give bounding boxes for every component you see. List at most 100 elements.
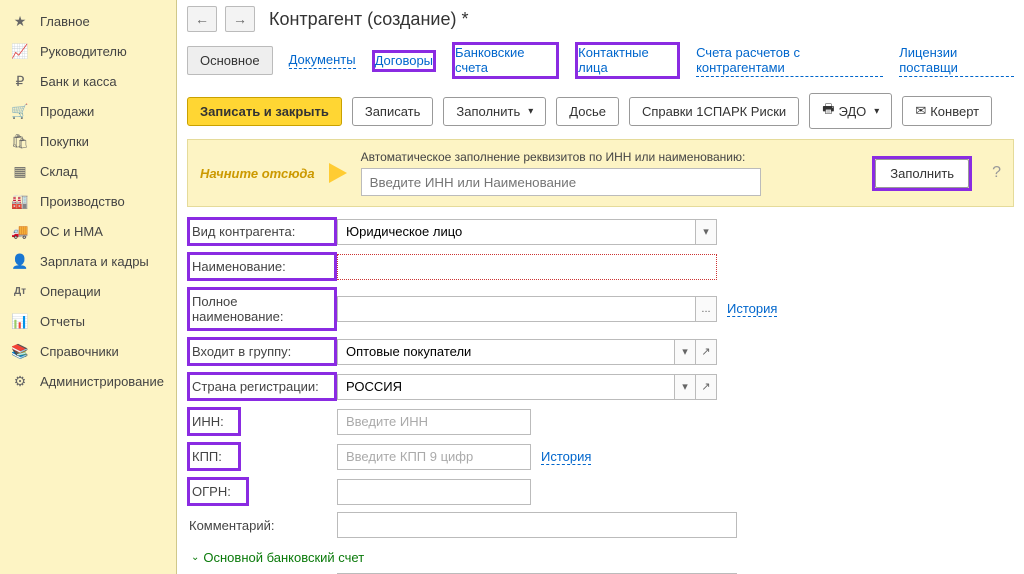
contragent-type-select[interactable] — [337, 219, 696, 245]
chart-icon: 📈 — [10, 43, 30, 59]
tabs: Основное Документы Договоры Банковские с… — [187, 38, 1014, 83]
tab-contracts[interactable]: Договоры — [372, 50, 436, 72]
kpp-input[interactable] — [337, 444, 531, 470]
name-input[interactable] — [337, 254, 717, 280]
hint-box: Начните отсюда Автоматическое заполнение… — [187, 139, 1014, 207]
save-button[interactable]: Записать — [352, 97, 434, 126]
person-icon: 👤 — [10, 253, 30, 269]
open-button[interactable]: ↗ — [695, 374, 717, 400]
label-name: Наименование: — [187, 252, 337, 281]
group-select[interactable] — [337, 339, 675, 365]
nav-back-button[interactable]: ← — [187, 6, 217, 32]
label-fullname: Полное наименование: — [187, 287, 337, 331]
autofill-input[interactable] — [361, 168, 761, 196]
gear-icon: ⚙ — [10, 373, 30, 389]
bars-icon: 📊 — [10, 313, 30, 329]
sidebar-item-bank[interactable]: ₽ Банк и касса — [0, 66, 176, 96]
open-button[interactable]: ↗ — [695, 339, 717, 365]
country-select[interactable] — [337, 374, 675, 400]
ogrn-input[interactable] — [337, 479, 531, 505]
sidebar-item-os-nma[interactable]: 🚚 ОС и НМА — [0, 216, 176, 246]
nav-forward-button[interactable]: → — [225, 6, 255, 32]
dtkt-icon: Дт — [10, 283, 30, 299]
sidebar-item-label: ОС и НМА — [40, 224, 103, 239]
sidebar-item-main[interactable]: ★ Главное — [0, 6, 176, 36]
cart-icon: 🛒 — [10, 103, 30, 119]
tab-main[interactable]: Основное — [187, 46, 273, 75]
hint-text: Автоматическое заполнение реквизитов по … — [361, 150, 859, 164]
grid-icon: ▦ — [10, 163, 30, 179]
sidebar-item-catalogs[interactable]: 📚 Справочники — [0, 336, 176, 366]
sidebar-item-label: Справочники — [40, 344, 119, 359]
books-icon: 📚 — [10, 343, 30, 359]
sidebar-item-label: Продажи — [40, 104, 94, 119]
sidebar-item-label: Склад — [40, 164, 78, 179]
sidebar-item-label: Производство — [40, 194, 125, 209]
tab-contacts[interactable]: Контактные лица — [575, 42, 680, 79]
history-link-kpp[interactable]: История — [541, 449, 591, 465]
label-inn: ИНН: — [187, 407, 241, 436]
sidebar-item-sales[interactable]: 🛒 Продажи — [0, 96, 176, 126]
sidebar-item-label: Отчеты — [40, 314, 85, 329]
dropdown-button[interactable]: ▾ — [674, 374, 696, 400]
autofill-button[interactable]: Заполнить — [875, 159, 969, 188]
spark-button[interactable]: Справки 1СПАРК Риски — [629, 97, 799, 126]
dropdown-button[interactable]: ▾ — [695, 219, 717, 245]
chevron-down-icon: ▾ — [528, 106, 533, 117]
sidebar-item-label: Операции — [40, 284, 101, 299]
envelope-icon: ✉ — [915, 103, 926, 119]
fill-button[interactable]: Заполнить▾ — [443, 97, 546, 126]
comment-input[interactable] — [337, 512, 737, 538]
sidebar-item-label: Зарплата и кадры — [40, 254, 149, 269]
sidebar-item-label: Руководителю — [40, 44, 127, 59]
chevron-down-icon: ⌄ — [191, 552, 199, 563]
sidebar-item-reports[interactable]: 📊 Отчеты — [0, 306, 176, 336]
sidebar-item-label: Банк и касса — [40, 74, 117, 89]
dossier-button[interactable]: Досье — [556, 97, 619, 126]
ruble-icon: ₽ — [10, 73, 30, 89]
chevron-down-icon: ▾ — [874, 106, 879, 117]
section-bank-account[interactable]: ⌄Основной банковский счет — [187, 548, 368, 567]
topbar: ← → Контрагент (создание) * — [187, 6, 1014, 32]
label-group: Входит в группу: — [187, 337, 337, 366]
sidebar-item-admin[interactable]: ⚙ Администрирование — [0, 366, 176, 396]
fullname-input[interactable] — [337, 296, 696, 322]
sidebar-item-purchases[interactable]: 🛍 Покупки — [0, 126, 176, 156]
sidebar-item-production[interactable]: 🏭 Производство — [0, 186, 176, 216]
label-contragent-type: Вид контрагента: — [187, 217, 337, 246]
star-icon: ★ — [10, 13, 30, 29]
inn-input[interactable] — [337, 409, 531, 435]
save-close-button[interactable]: Записать и закрыть — [187, 97, 342, 126]
tab-licenses[interactable]: Лицензии поставщи — [899, 45, 1014, 77]
truck-icon: 🚚 — [10, 223, 30, 239]
printer-icon: 🖶 — [822, 100, 834, 122]
page-title: Контрагент (создание) * — [269, 9, 468, 30]
sidebar-item-label: Покупки — [40, 134, 89, 149]
tab-accounts-with[interactable]: Счета расчетов с контрагентами — [696, 45, 883, 77]
sidebar-item-label: Администрирование — [40, 374, 164, 389]
sidebar-item-label: Главное — [40, 14, 90, 29]
label-ogrn: ОГРН: — [187, 477, 249, 506]
arrow-right-icon — [329, 163, 347, 183]
tab-bank-accounts[interactable]: Банковские счета — [452, 42, 559, 79]
label-comment: Комментарий: — [187, 514, 337, 537]
ellipsis-button[interactable]: ... — [695, 296, 717, 322]
toolbar: Записать и закрыть Записать Заполнить▾ Д… — [187, 93, 1014, 129]
sidebar: ★ Главное 📈 Руководителю ₽ Банк и касса 🛒 Пр… — [0, 0, 177, 574]
edo-button[interactable]: 🖶ЭДО▾ — [809, 93, 892, 129]
hint-start-label: Начните отсюда — [200, 166, 315, 181]
label-kpp: КПП: — [187, 442, 241, 471]
factory-icon: 🏭 — [10, 193, 30, 209]
history-link[interactable]: История — [727, 301, 777, 317]
sidebar-item-manager[interactable]: 📈 Руководителю — [0, 36, 176, 66]
sidebar-item-operations[interactable]: Дт Операции — [0, 276, 176, 306]
dropdown-button[interactable]: ▾ — [674, 339, 696, 365]
sidebar-item-warehouse[interactable]: ▦ Склад — [0, 156, 176, 186]
tab-documents[interactable]: Документы — [289, 52, 356, 69]
bag-icon: 🛍 — [10, 133, 30, 149]
main-area: ← → Контрагент (создание) * Основное Док… — [177, 0, 1024, 574]
sidebar-item-salary[interactable]: 👤 Зарплата и кадры — [0, 246, 176, 276]
help-icon[interactable]: ? — [992, 164, 1001, 182]
convert-button[interactable]: ✉Конверт — [902, 96, 992, 126]
label-country: Страна регистрации: — [187, 372, 337, 401]
